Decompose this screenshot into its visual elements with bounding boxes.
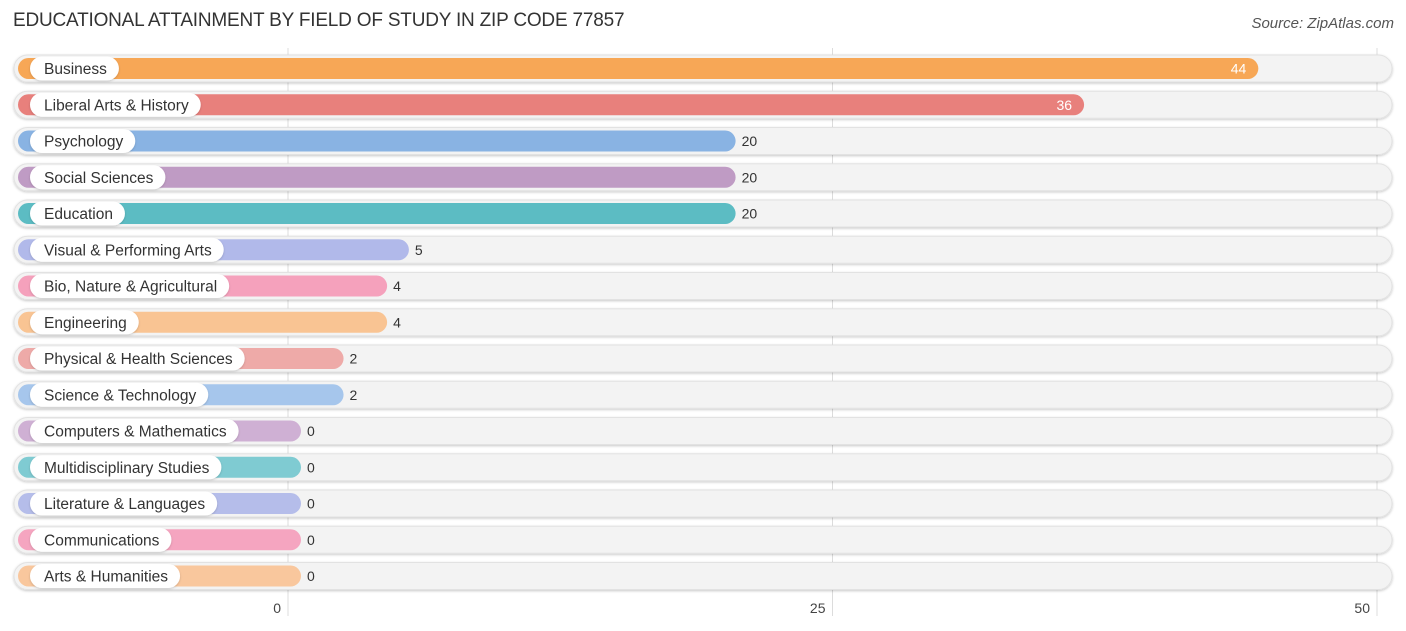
category-label: Communications — [44, 532, 160, 549]
bar-row: Multidisciplinary Studies 0 — [13, 453, 1393, 482]
value-label: 0 — [307, 532, 315, 548]
category-label: Literature & Languages — [44, 496, 205, 513]
bar-chart: Business 44Liberal Arts & History 36Psycho… — [13, 48, 1393, 616]
value-label: 4 — [393, 314, 401, 330]
bar-row: Science & Technology 2 — [13, 380, 1393, 409]
category-label: Education — [44, 206, 113, 223]
category-label: Liberal Arts & History — [44, 97, 189, 114]
category-label: Arts & Humanities — [44, 569, 168, 586]
value-label: 5 — [415, 242, 423, 258]
bar[interactable] — [18, 58, 1259, 79]
value-label: 0 — [307, 423, 315, 439]
x-axis-ticks: 0 25 50 — [273, 600, 1370, 616]
bar-row: Communications 0 — [13, 525, 1393, 554]
value-label: 2 — [350, 351, 358, 367]
value-label: 0 — [307, 496, 315, 512]
x-tick-label: 25 — [810, 600, 826, 616]
x-tick-label: 0 — [273, 600, 281, 616]
value-label: 20 — [742, 133, 758, 149]
category-label: Science & Technology — [44, 387, 196, 404]
value-label: 36 — [1057, 97, 1073, 113]
category-label: Visual & Performing Arts — [44, 242, 212, 259]
category-label: Social Sciences — [44, 170, 154, 187]
bar-row: Social Sciences 20 — [13, 163, 1393, 192]
value-label: 20 — [742, 169, 758, 185]
category-label: Physical & Health Sciences — [44, 351, 233, 368]
bar-row: Computers & Mathematics 0 — [13, 417, 1393, 445]
value-label: 0 — [307, 459, 315, 475]
bar-row: Engineering 4 — [13, 308, 1393, 337]
bar[interactable] — [18, 203, 736, 224]
category-label: Psychology — [44, 134, 124, 151]
value-label: 2 — [350, 387, 358, 403]
bar-row: Bio, Nature & Agricultural 4 — [13, 272, 1393, 300]
bar-row: Visual & Performing Arts 5 — [13, 235, 1393, 264]
category-label: Business — [44, 61, 107, 78]
value-label: 44 — [1231, 61, 1247, 77]
bar-row: Liberal Arts & History 36 — [13, 90, 1393, 119]
category-label: Bio, Nature & Agricultural — [44, 279, 217, 296]
category-label: Engineering — [44, 315, 127, 332]
bar-rows: Business 44Liberal Arts & History 36Psycho… — [13, 54, 1393, 590]
bar-row: Psychology 20 — [13, 127, 1393, 155]
value-label: 0 — [307, 568, 315, 584]
x-tick-label: 50 — [1354, 600, 1370, 616]
value-label: 20 — [742, 206, 758, 222]
bar-row: Physical & Health Sciences 2 — [13, 344, 1393, 373]
bar-row: Education 20 — [13, 199, 1393, 228]
category-label: Computers & Mathematics — [44, 424, 227, 441]
value-label: 4 — [393, 278, 401, 294]
category-label: Multidisciplinary Studies — [44, 460, 210, 477]
bar-row: Arts & Humanities 0 — [13, 562, 1393, 590]
bar-row: Literature & Languages 0 — [13, 489, 1393, 518]
bar-row: Business 44 — [13, 54, 1393, 83]
